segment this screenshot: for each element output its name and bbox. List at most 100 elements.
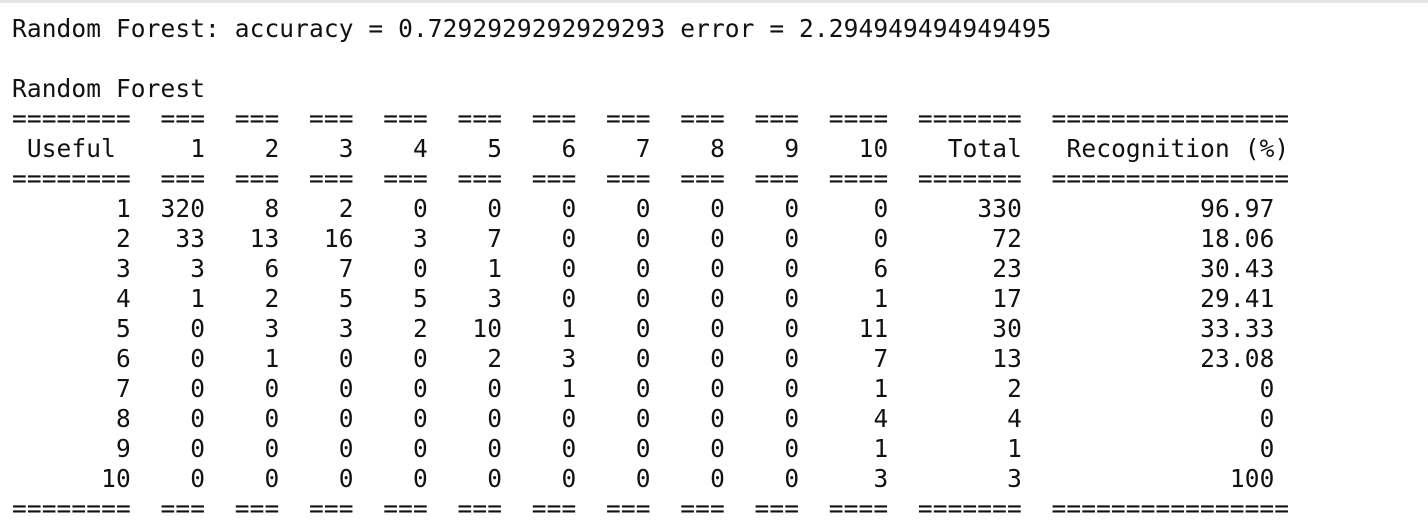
table-cell: 0 [754,314,800,343]
header-col-recognition: Recognition (%) [1051,134,1290,163]
table-cell: 6 [12,344,131,373]
table-cell: 0 [754,194,800,223]
table-cell: 23 [918,254,1022,283]
table-cell: 10 [12,464,131,493]
table-cell: 3 [234,314,280,343]
table-cell: 17 [918,284,1022,313]
header-col-6: 6 [531,134,577,163]
table-cell: 0 [606,224,651,253]
header-col-5: 5 [457,134,503,163]
table-row: 3 3 6 7 0 1 0 0 0 0 6 23 30.43 [12,254,1289,283]
table-cell: 0 [1051,404,1290,433]
table-cell: 2 [383,314,428,343]
table-cell: 0 [754,284,800,313]
table-cell: 0 [383,434,428,463]
table-separator-mid: ======== === === === === === === === ===… [12,164,1290,193]
header-col-1: 1 [160,134,206,163]
table-cell: 1 [160,284,206,313]
table-cell: 4 [828,404,889,433]
table-cell: 11 [828,314,889,343]
header-col-2: 2 [234,134,280,163]
table-cell: 0 [680,374,725,403]
table-cell: 0 [680,344,725,373]
table-cell: 4 [918,404,1022,433]
table-row: 10 0 0 0 0 0 0 0 0 0 3 3 100 [12,464,1289,493]
table-cell: 3 [383,224,428,253]
table-cell: 0 [680,404,725,433]
header-col-9: 9 [754,134,800,163]
table-row: 2 33 13 16 3 7 0 0 0 0 0 72 18.06 [12,224,1289,253]
table-cell: 3 [918,464,1022,493]
header-col-7: 7 [606,134,651,163]
table-row: 7 0 0 0 0 0 1 0 0 0 1 2 0 [12,374,1289,403]
table-cell: 0 [160,464,206,493]
table-cell: 0 [457,194,503,223]
table-cell: 0 [383,404,428,433]
table-cell: 1 [12,194,131,223]
table-cell: 13 [918,344,1022,373]
table-cell: 100 [1051,464,1290,493]
table-cell: 0 [754,344,800,373]
table-cell: 0 [531,224,577,253]
table-cell: 0 [234,374,280,403]
table-cell: 0 [309,374,354,403]
table-cell: 1 [234,344,280,373]
table-cell: 0 [754,464,800,493]
table-cell: 0 [160,434,206,463]
table-cell: 0 [383,464,428,493]
table-cell: 0 [606,314,651,343]
table-cell: 1 [457,254,503,283]
table-cell: 7 [309,254,354,283]
table-cell: 0 [457,374,503,403]
table-cell: 0 [680,464,725,493]
table-cell: 0 [754,374,800,403]
table-cell: 8 [234,194,280,223]
table-cell: 0 [234,434,280,463]
table-cell: 3 [828,464,889,493]
table-cell: 0 [383,254,428,283]
table-cell: 330 [918,194,1022,223]
table-cell: 9 [12,434,131,463]
table-cell: 6 [828,254,889,283]
table-cell: 0 [160,404,206,433]
table-cell: 3 [457,284,503,313]
table-cell: 7 [12,374,131,403]
table-cell: 5 [309,284,354,313]
table-cell: 2 [309,194,354,223]
table-cell: 0 [457,434,503,463]
table-cell: 0 [754,224,800,253]
table-cell: 320 [160,194,206,223]
table-row: 5 0 3 3 2 10 1 0 0 0 11 30 33.33 [12,314,1289,343]
table-cell: 13 [234,224,280,253]
table-cell: 7 [457,224,503,253]
table-cell: 0 [160,314,206,343]
table-cell: 0 [309,344,354,373]
table-cell: 33.33 [1051,314,1290,343]
table-cell: 16 [309,224,354,253]
table-cell: 1 [828,434,889,463]
table-cell: 7 [828,344,889,373]
cell-top-border [0,0,1428,3]
table-cell: 0 [383,374,428,403]
table-cell: 0 [309,404,354,433]
table-cell: 1 [531,314,577,343]
table-cell: 2 [12,224,131,253]
header-col-total: Total [918,134,1022,163]
table-cell: 0 [680,224,725,253]
table-cell: 0 [531,284,577,313]
table-cell: 3 [309,314,354,343]
table-cell: 0 [1051,374,1290,403]
table-cell: 0 [680,254,725,283]
table-cell: 0 [680,284,725,313]
header-col-10: 10 [828,134,889,163]
table-cell: 0 [531,404,577,433]
table-cell: 4 [12,284,131,313]
table-cell: 0 [457,404,503,433]
table-cell: 0 [754,254,800,283]
table-cell: 0 [828,224,889,253]
table-cell: 23.08 [1051,344,1290,373]
table-cell: 0 [754,434,800,463]
table-cell: 0 [680,194,725,223]
table-cell: 0 [383,194,428,223]
table-separator-top: ======== === === === === === === === ===… [12,104,1290,133]
